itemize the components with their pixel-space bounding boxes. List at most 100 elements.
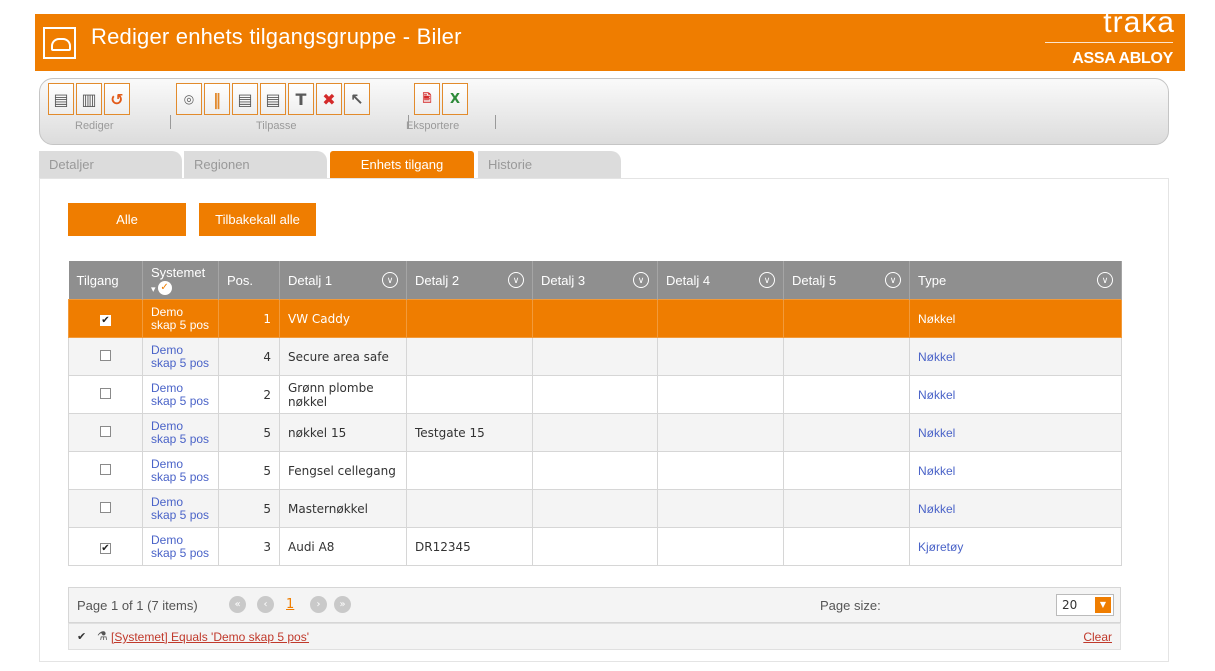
access-checkbox[interactable]: ✔ bbox=[100, 314, 111, 326]
select-icon[interactable]: ↖ bbox=[344, 83, 370, 115]
column-header-label: Detalj 2 bbox=[415, 272, 460, 288]
system-link[interactable]: Demo skap 5 pos bbox=[151, 381, 210, 408]
cell-detail1: Masternøkkel bbox=[279, 489, 407, 528]
cell-access bbox=[68, 413, 143, 452]
column-menu-icon[interactable]: ∨ bbox=[885, 272, 901, 288]
column-header-pos[interactable]: Pos. bbox=[218, 261, 280, 300]
filter-active-icon[interactable]: ✓ bbox=[157, 281, 172, 296]
prev-page-icon[interactable]: ‹ bbox=[257, 596, 274, 613]
table-row[interactable]: Demo skap 5 pos 5 Fengsel cellegang Nøkkel bbox=[68, 451, 1122, 490]
save-layout-icon[interactable]: ▤ bbox=[232, 83, 258, 115]
column-header-label: Detalj 1 bbox=[288, 272, 333, 288]
column-menu-icon[interactable]: ∨ bbox=[508, 272, 524, 288]
cell-pos: 1 bbox=[218, 299, 280, 338]
export-pdf-icon[interactable]: 🖹 bbox=[414, 83, 440, 115]
grant-all-button[interactable]: Alle bbox=[68, 203, 186, 236]
column-header-detail3[interactable]: Detalj 3 ∨ bbox=[532, 261, 658, 300]
export-excel-icon[interactable]: X bbox=[442, 83, 468, 115]
brand-divider bbox=[1045, 42, 1173, 43]
cell-detail5 bbox=[783, 299, 910, 338]
access-checkbox[interactable] bbox=[100, 349, 111, 361]
tab-history[interactable]: Historie bbox=[478, 151, 621, 178]
page-size-label: Page size: bbox=[820, 598, 881, 613]
type-link[interactable]: Kjøretøy bbox=[918, 540, 963, 554]
column-header-detail4[interactable]: Detalj 4 ∨ bbox=[657, 261, 784, 300]
save-as-icon[interactable]: ▥ bbox=[76, 83, 102, 115]
toolbar-separator bbox=[170, 115, 171, 129]
system-link[interactable]: Demo skap 5 pos bbox=[151, 343, 210, 370]
column-header-detail2[interactable]: Detalj 2 ∨ bbox=[406, 261, 533, 300]
first-page-icon[interactable]: « bbox=[229, 596, 246, 613]
access-grid: Tilgang Systemet ▾ ✓ Pos. Detalj 1 ∨ Detal… bbox=[68, 261, 1122, 566]
column-menu-icon[interactable]: ∨ bbox=[633, 272, 649, 288]
columns-icon[interactable]: ‖ bbox=[204, 83, 230, 115]
cell-pos: 4 bbox=[218, 337, 280, 376]
access-checkbox[interactable] bbox=[100, 463, 111, 475]
chevron-down-icon[interactable]: ▼ bbox=[1095, 597, 1111, 613]
filter-icon: ⚗ bbox=[97, 629, 108, 643]
view-icon[interactable]: ◎ bbox=[176, 83, 202, 115]
access-checkbox[interactable] bbox=[100, 501, 111, 513]
column-menu-icon[interactable]: ∨ bbox=[1097, 272, 1113, 288]
toolbar: ▤ ▥ ↺ Rediger ◎ ‖ ▤ ▤ T ✖ ↖ Tilpasse 🖹 X… bbox=[39, 78, 1169, 145]
table-row[interactable]: Demo skap 5 pos 4 Secure area safe Nøkkel bbox=[68, 337, 1122, 376]
brand-logo-traka: traka bbox=[1103, 6, 1175, 39]
type-link[interactable]: Nøkkel bbox=[918, 502, 955, 516]
cell-pos: 2 bbox=[218, 375, 280, 414]
cell-detail2 bbox=[406, 375, 533, 414]
tab-region[interactable]: Regionen bbox=[184, 151, 327, 178]
type-link[interactable]: Nøkkel bbox=[918, 388, 955, 402]
text-icon[interactable]: T bbox=[288, 83, 314, 115]
access-checkbox[interactable] bbox=[100, 425, 111, 437]
system-link[interactable]: Demo skap 5 pos bbox=[151, 419, 210, 446]
toolbar-label-customize: Tilpasse bbox=[256, 120, 297, 132]
save-icon[interactable]: ▤ bbox=[48, 83, 74, 115]
cell-detail4 bbox=[657, 489, 784, 528]
column-header-type[interactable]: Type ∨ bbox=[909, 261, 1122, 300]
access-checkbox[interactable]: ✔ bbox=[100, 542, 111, 554]
pager-summary: Page 1 of 1 (7 items) bbox=[77, 598, 198, 613]
cell-detail2: Testgate 15 bbox=[406, 413, 533, 452]
filter-enabled-checkbox[interactable]: ✔ bbox=[77, 631, 88, 642]
tab-details[interactable]: Detaljer bbox=[39, 151, 182, 178]
system-link[interactable]: Demo skap 5 pos bbox=[151, 533, 210, 560]
type-link[interactable]: Nøkkel bbox=[918, 464, 955, 478]
revoke-all-button[interactable]: Tilbakekall alle bbox=[199, 203, 316, 236]
table-row[interactable]: Demo skap 5 pos 5 nøkkel 15 Testgate 15 Nøkk… bbox=[68, 413, 1122, 452]
table-row[interactable]: ✔ Demo skap 5 pos 1 VW Caddy Nøkkel bbox=[68, 299, 1122, 338]
cell-type: Nøkkel bbox=[909, 413, 1122, 452]
table-row[interactable]: Demo skap 5 pos 2 Grønn plombe nøkkel Nøkke… bbox=[68, 375, 1122, 414]
system-link[interactable]: Demo skap 5 pos bbox=[151, 495, 210, 522]
save-layout-as-icon[interactable]: ▤ bbox=[260, 83, 286, 115]
column-menu-icon[interactable]: ∨ bbox=[759, 272, 775, 288]
type-link[interactable]: Nøkkel bbox=[918, 312, 955, 326]
toolbar-label-edit: Rediger bbox=[75, 120, 114, 132]
filter-expression-link[interactable]: [Systemet] Equals 'Demo skap 5 pos' bbox=[111, 630, 309, 644]
cell-system: Demo skap 5 pos bbox=[142, 489, 219, 528]
table-row[interactable]: Demo skap 5 pos 5 Masternøkkel Nøkkel bbox=[68, 489, 1122, 528]
column-menu-icon[interactable]: ∨ bbox=[382, 272, 398, 288]
tab-device-access[interactable]: Enhets tilgang bbox=[330, 151, 474, 178]
table-row[interactable]: ✔ Demo skap 5 pos 3 Audi A8 DR12345 Kjøretøy bbox=[68, 527, 1122, 566]
next-page-icon[interactable]: › bbox=[310, 596, 327, 613]
page-size-select[interactable]: 20 ▼ bbox=[1056, 594, 1114, 616]
cell-access bbox=[68, 337, 143, 376]
type-link[interactable]: Nøkkel bbox=[918, 426, 955, 440]
page-number-current[interactable]: 1 bbox=[286, 597, 294, 612]
column-header-access[interactable]: Tilgang bbox=[68, 261, 143, 300]
cell-type: Nøkkel bbox=[909, 337, 1122, 376]
delete-layout-icon[interactable]: ✖ bbox=[316, 83, 342, 115]
sort-dropdown-icon[interactable]: ▾ bbox=[151, 284, 156, 294]
system-link[interactable]: Demo skap 5 pos bbox=[151, 305, 210, 332]
column-header-detail5[interactable]: Detalj 5 ∨ bbox=[783, 261, 910, 300]
access-checkbox[interactable] bbox=[100, 387, 111, 399]
last-page-icon[interactable]: » bbox=[334, 596, 351, 613]
cell-type: Nøkkel bbox=[909, 375, 1122, 414]
clear-filter-link[interactable]: Clear bbox=[1083, 630, 1112, 644]
undo-icon[interactable]: ↺ bbox=[104, 83, 130, 115]
column-header-system[interactable]: Systemet ▾ ✓ bbox=[142, 261, 219, 300]
column-header-detail1[interactable]: Detalj 1 ∨ bbox=[279, 261, 407, 300]
app-header: Rediger enhets tilgangsgruppe - Biler tr… bbox=[35, 6, 1185, 71]
type-link[interactable]: Nøkkel bbox=[918, 350, 955, 364]
system-link[interactable]: Demo skap 5 pos bbox=[151, 457, 210, 484]
